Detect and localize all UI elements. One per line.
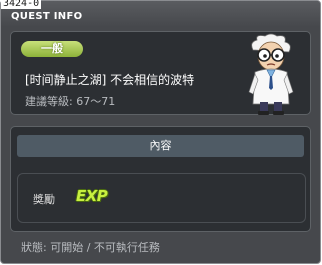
quest-status: 狀態: 可開始 / 不可執行任務 bbox=[21, 241, 160, 254]
quest-name: [时间静止之湖] 不会相信的波特 bbox=[25, 73, 195, 87]
content-header: 內容 bbox=[17, 135, 304, 157]
content-panel: 內容 獎勵 EXP bbox=[10, 126, 311, 232]
title-bar[interactable]: QUEST INFO bbox=[1, 1, 320, 27]
quest-id-label: 3424-0 bbox=[1, 0, 42, 9]
reward-label: 獎勵 bbox=[33, 193, 55, 206]
window-title: QUEST INFO bbox=[11, 11, 83, 22]
quest-category-badge: 一般 bbox=[21, 41, 83, 57]
quest-info-panel: 一般 [时间静止之湖] 不会相信的波特 建議等級: 67～71 bbox=[10, 31, 311, 115]
exp-icon: EXP bbox=[76, 187, 108, 205]
quest-info-window: QUEST INFO 一般 [时间静止之湖] 不会相信的波特 建議等級: 67～… bbox=[0, 0, 321, 264]
scientist-npc-icon bbox=[248, 33, 294, 115]
level-requirement: 建議等級: 67～71 bbox=[25, 95, 116, 108]
reward-box: 獎勵 EXP bbox=[17, 173, 306, 223]
